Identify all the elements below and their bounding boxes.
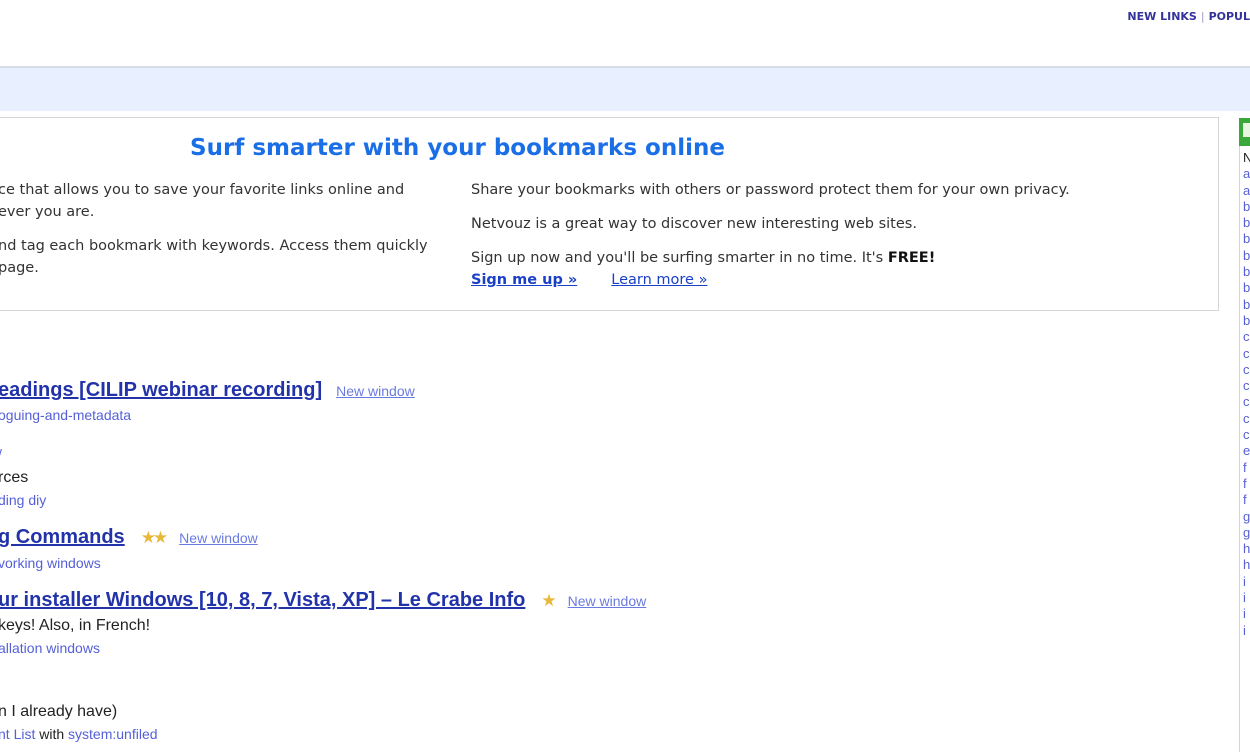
sidebar-tag-link[interactable]: b	[1243, 313, 1250, 329]
sidebar-tag-link[interactable]: b	[1243, 264, 1250, 280]
promo-left-line: ce that allows you to save your favorite…	[0, 182, 405, 198]
promo-left-line: page.	[0, 260, 39, 276]
free-label: FREE!	[887, 250, 936, 266]
sidebar-header-mark	[1243, 123, 1250, 137]
sidebar-tag-link[interactable]: h	[1243, 541, 1250, 557]
sidebar-green-header	[1239, 118, 1250, 146]
sidebar-tag-link[interactable]: i	[1243, 590, 1250, 606]
sidebar-tag-link[interactable]: c	[1243, 411, 1250, 427]
sidebar-tag-link[interactable]: c	[1243, 346, 1250, 362]
sidebar-tag-link[interactable]: b	[1243, 215, 1250, 231]
sidebar-tag-link[interactable]: a	[1243, 166, 1250, 182]
sidebar-tag-link[interactable]: c	[1243, 427, 1250, 443]
sidebar-tag-link[interactable]: g	[1243, 509, 1250, 525]
sidebar-tag-link[interactable]: b	[1243, 248, 1250, 264]
bookmark-title-link[interactable]: ur installer Windows [10, 8, 7, Vista, X…	[0, 589, 525, 611]
bookmark-title-link[interactable]: eadings [CILIP webinar recording]	[0, 379, 322, 401]
promo-left-line: ever you are.	[0, 204, 95, 220]
new-window-link[interactable]: New window	[179, 530, 258, 546]
unfiled-tag-link[interactable]: system:unfiled	[68, 726, 157, 742]
new-window-link[interactable]: New window	[336, 383, 415, 399]
nav-new-links[interactable]: NEW LINKS	[1127, 10, 1196, 23]
learn-more-link[interactable]: Learn more »	[611, 272, 707, 288]
bookmark-item: eadings [CILIP webinar recording] New win…	[0, 379, 415, 402]
sidebar-tag-link[interactable]: c	[1243, 378, 1250, 394]
nav-separator: |	[1200, 10, 1205, 23]
top-navigation: NEW LINKS | POPUL	[1127, 10, 1250, 23]
rating-stars-icon: ★★	[140, 528, 169, 547]
sidebar-tag-link[interactable]: e	[1243, 443, 1250, 459]
promo-discover-text: Netvouz is a great way to discover new i…	[471, 216, 917, 232]
promo-left-line: nd tag each bookmark with keywords. Acce…	[0, 238, 428, 254]
bookmark-tags[interactable]: vorking windows	[0, 555, 101, 571]
sidebar-tag-link[interactable]: b	[1243, 297, 1250, 313]
sidebar-tag-link[interactable]: g	[1243, 525, 1250, 541]
sidebar-tag-link[interactable]: c	[1243, 394, 1250, 410]
rating-star-icon: ★	[541, 591, 556, 610]
sidebar-tag-link[interactable]: f	[1243, 476, 1250, 492]
sidebar-tag-link[interactable]: h	[1243, 557, 1250, 573]
promo-signup-text: Sign up now and you'll be surfing smarte…	[471, 250, 936, 266]
signup-link[interactable]: Sign me up »	[471, 272, 577, 288]
sidebar-tag-link[interactable]: b	[1243, 280, 1250, 296]
bookmark-description: keys! Also, in French!	[0, 617, 151, 634]
sidebar-tag-link[interactable]: a	[1243, 183, 1250, 199]
bookmark-title-link[interactable]: g Commands	[0, 526, 125, 548]
bookmark-description: rces	[0, 469, 29, 486]
sidebar-tag-link[interactable]: f	[1243, 492, 1250, 508]
sidebar-tag-link[interactable]: i	[1243, 574, 1250, 590]
sidebar-tag-link[interactable]: b	[1243, 231, 1250, 247]
sidebar-border	[1239, 146, 1240, 752]
sidebar-tag-link[interactable]: i	[1243, 606, 1250, 622]
right-sidebar: Naabbbbbbbbcccccccefffgghhiiii	[1239, 118, 1250, 752]
sidebar-tag-link[interactable]: c	[1243, 329, 1250, 345]
with-label: with	[35, 726, 69, 742]
search-band	[0, 68, 1250, 111]
bookmark-tags[interactable]: /	[0, 446, 2, 462]
nav-popular[interactable]: POPUL	[1209, 10, 1250, 23]
sidebar-tag-link[interactable]: b	[1243, 199, 1250, 215]
promo-share-text: Share your bookmarks with others or pass…	[471, 182, 1070, 198]
bookmark-description: n I already have)	[0, 703, 118, 720]
promo-left-column: ce that allows you to save your favorite…	[0, 179, 448, 279]
promo-title: Surf smarter with your bookmarks online	[190, 135, 725, 161]
sidebar-tag-link[interactable]: N	[1243, 150, 1250, 166]
sidebar-tag-link[interactable]: c	[1243, 362, 1250, 378]
bookmark-list-line: nt List with system:unfiled	[0, 726, 158, 742]
bookmark-item: g Commands ★★ New window	[0, 526, 258, 549]
new-window-link[interactable]: New window	[568, 593, 647, 609]
sidebar-tag-link[interactable]: i	[1243, 623, 1250, 639]
bookmark-tags[interactable]: ding diy	[0, 492, 46, 508]
bookmark-tags[interactable]: allation windows	[0, 640, 100, 656]
list-link[interactable]: nt List	[0, 726, 35, 742]
bookmark-tags[interactable]: oguing-and-metadata	[0, 407, 131, 423]
sidebar-tag-list: Naabbbbbbbbcccccccefffgghhiiii	[1243, 150, 1250, 639]
promo-right-column: Share your bookmarks with others or pass…	[471, 179, 1191, 291]
bookmark-item: ur installer Windows [10, 8, 7, Vista, X…	[0, 589, 646, 612]
sidebar-tag-link[interactable]: f	[1243, 460, 1250, 476]
